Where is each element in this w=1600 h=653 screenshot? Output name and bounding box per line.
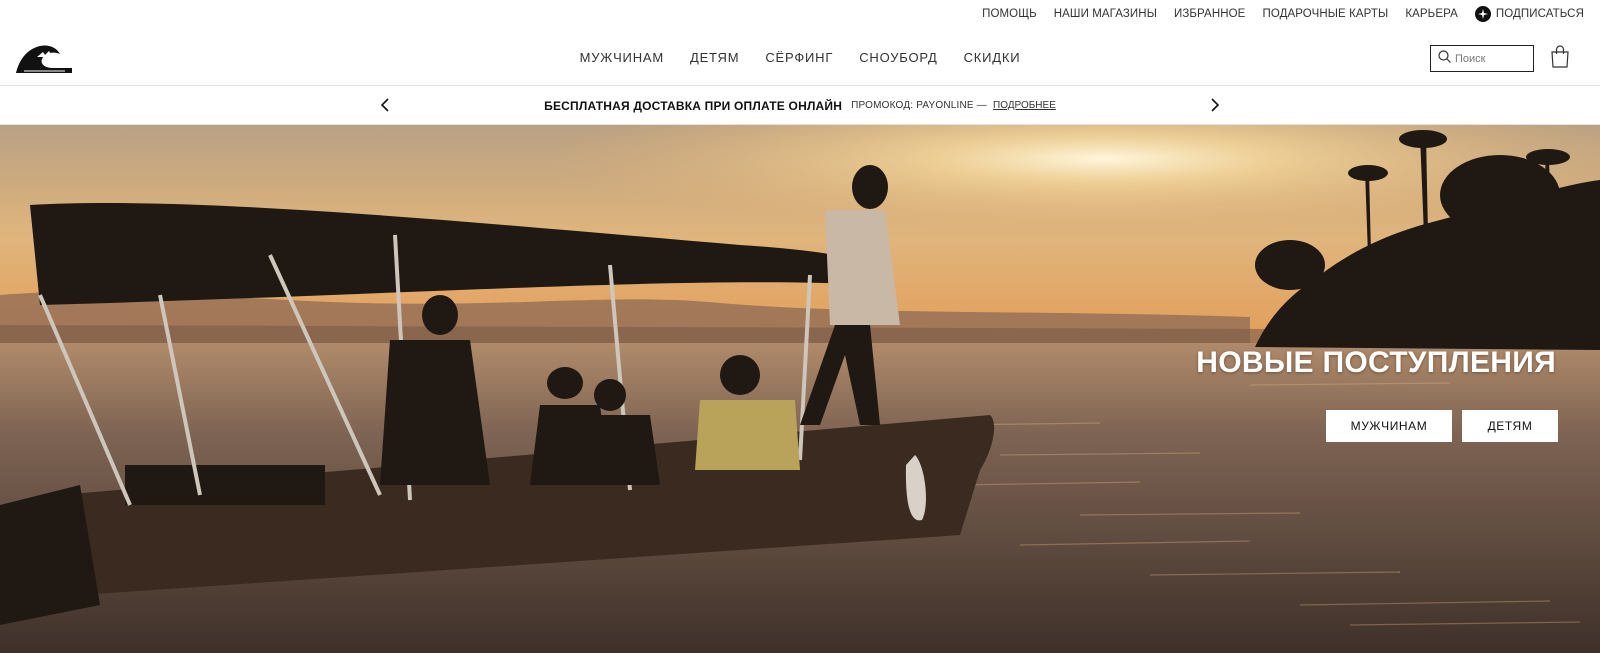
- subscribe-icon: [1474, 6, 1491, 22]
- nav-sale[interactable]: СКИДКИ: [964, 50, 1021, 65]
- chevron-left-icon[interactable]: [377, 96, 395, 114]
- utility-link-help[interactable]: ПОМОЩЬ: [982, 8, 1037, 20]
- utility-link-favorites[interactable]: ИЗБРАННОЕ: [1174, 8, 1245, 20]
- sunset-boat-photo: [0, 125, 1600, 653]
- subscribe-link[interactable]: ПОДПИСАТЬСЯ: [1474, 6, 1584, 22]
- shopping-bag-icon[interactable]: [1550, 45, 1570, 69]
- main-header: МУЖЧИНАМ ДЕТЯМ СЁРФИНГ СНОУБОРД СКИДКИ: [0, 28, 1600, 86]
- hero-title: НОВЫЕ ПОСТУПЛЕНИЯ: [1196, 346, 1556, 379]
- search-icon: [1438, 49, 1451, 68]
- promo-banner: БЕСПЛАТНАЯ ДОСТАВКА ПРИ ОПЛАТЕ ОНЛАЙН ПР…: [0, 86, 1600, 125]
- utility-link-careers[interactable]: КАРЬЕРА: [1405, 8, 1458, 20]
- search-input[interactable]: [1455, 52, 1525, 65]
- hero-banner[interactable]: НОВЫЕ ПОСТУПЛЕНИЯ МУЖЧИНАМ ДЕТЯМ: [0, 125, 1600, 653]
- utility-link-gift-cards[interactable]: ПОДАРОЧНЫЕ КАРТЫ: [1262, 8, 1388, 20]
- utility-link-stores[interactable]: НАШИ МАГАЗИНЫ: [1054, 8, 1157, 20]
- subscribe-label: ПОДПИСАТЬСЯ: [1495, 8, 1584, 20]
- promo-headline: БЕСПЛАТНАЯ ДОСТАВКА ПРИ ОПЛАТЕ ОНЛАЙН: [544, 98, 843, 113]
- main-nav: МУЖЧИНАМ ДЕТЯМ СЁРФИНГ СНОУБОРД СКИДКИ: [0, 28, 1600, 86]
- nav-kids[interactable]: ДЕТЯМ: [690, 50, 739, 65]
- search-box[interactable]: [1430, 45, 1534, 72]
- chevron-right-icon[interactable]: [1205, 96, 1223, 114]
- hero-kids-button[interactable]: ДЕТЯМ: [1462, 410, 1558, 442]
- promo-code: ПРОМОКОД: PAYONLINE —: [851, 100, 987, 111]
- nav-surf[interactable]: СЁРФИНГ: [765, 50, 833, 65]
- nav-snowboard[interactable]: СНОУБОРД: [859, 50, 937, 65]
- hero-men-button[interactable]: МУЖЧИНАМ: [1326, 410, 1452, 442]
- utility-nav: ПОМОЩЬ НАШИ МАГАЗИНЫ ИЗБРАННОЕ ПОДАРОЧНЫ…: [0, 0, 1600, 28]
- nav-men[interactable]: МУЖЧИНАМ: [580, 50, 664, 65]
- quiksilver-logo[interactable]: [15, 42, 73, 75]
- promo-more-link[interactable]: ПОДРОБНЕЕ: [993, 100, 1056, 111]
- promo-text: БЕСПЛАТНАЯ ДОСТАВКА ПРИ ОПЛАТЕ ОНЛАЙН ПР…: [0, 86, 1600, 125]
